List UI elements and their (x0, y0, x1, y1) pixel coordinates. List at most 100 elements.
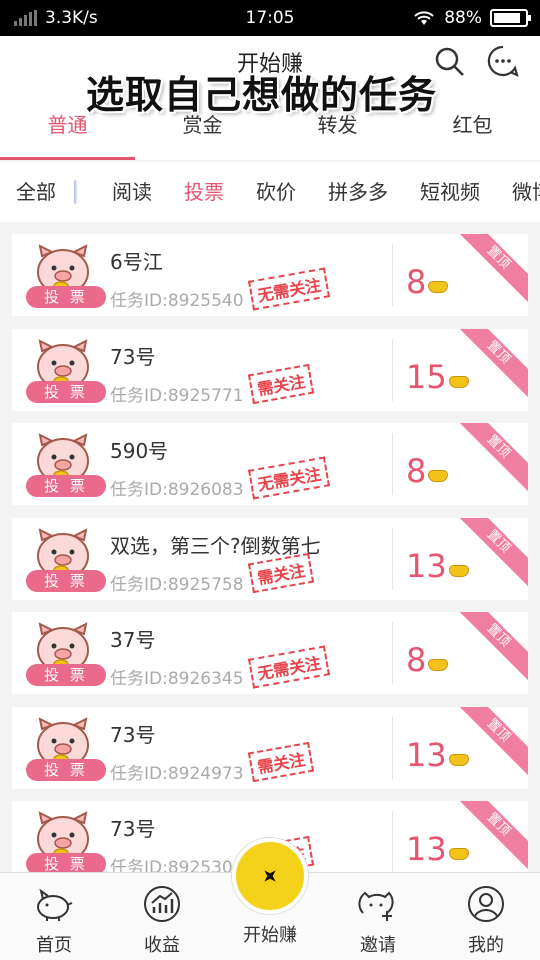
category-vote[interactable]: 投票 (184, 162, 224, 222)
task-id: 任务ID:8925771 (110, 385, 244, 406)
nav-invite-label: 邀请 (360, 935, 396, 956)
gold-ingot-icon (428, 281, 449, 293)
follow-stamp: 无需关注 (247, 267, 331, 311)
chart-circle-icon (144, 886, 180, 922)
task-id: 任务ID:8925758 (110, 574, 244, 595)
task-card[interactable]: 投 票 73号 任务ID:8925771 需关注 15 置顶 (12, 328, 528, 411)
reward-amount: 13 (406, 548, 469, 584)
task-id: 任务ID:8924973 (110, 763, 244, 784)
task-id: 任务ID:8925540 (110, 291, 244, 311)
reward-value: 8 (406, 263, 427, 301)
vote-badge: 投 票 (26, 853, 106, 872)
nav-earnings-label: 收益 (144, 935, 180, 956)
category-bargain[interactable]: 砍价 (256, 162, 296, 222)
vote-badge: 投 票 (26, 664, 106, 686)
category-divider (74, 180, 78, 204)
card-divider (392, 244, 393, 306)
reward-amount: 13 (406, 737, 469, 773)
nav-earnings[interactable]: 收益 (108, 883, 216, 957)
category-weibo[interactable]: 微博 (512, 162, 540, 222)
card-divider (392, 338, 393, 401)
category-bar: 全部 阅读 投票 砍价 拼多多 短视频 微博 (0, 162, 540, 222)
tab-bar: 普通 赏金 转发 红包 (0, 106, 540, 160)
vote-badge: 投 票 (26, 475, 106, 497)
pig-home-icon (37, 888, 73, 921)
reward-value: 8 (406, 452, 427, 490)
category-read[interactable]: 阅读 (112, 162, 152, 222)
nav-profile[interactable]: 我的 (432, 883, 540, 957)
task-id: 任务ID:8926345 (110, 669, 244, 689)
message-icon[interactable] (486, 44, 520, 78)
start-earning-button[interactable] (232, 838, 308, 914)
follow-stamp: 无需关注 (247, 456, 331, 500)
invite-cat-icon (358, 891, 394, 921)
status-bar: 3.3K/s 17:05 88% (0, 0, 540, 36)
star-icon (259, 865, 282, 888)
nav-invite[interactable]: 邀请 (324, 883, 432, 957)
task-card[interactable]: 投 票 37号 任务ID:8926345 无需关注 8 置顶 (12, 612, 528, 694)
battery-icon (490, 9, 531, 27)
gold-ingot-icon (428, 470, 449, 482)
task-card[interactable]: 投 票双选，第三个?倒数第七 任务ID:8925758 需关注 13 置顶 (12, 517, 528, 600)
category-pinduoduo[interactable]: 拼多多 (328, 162, 388, 222)
category-short-video[interactable]: 短视频 (420, 162, 480, 222)
reward-value: 13 (406, 735, 447, 774)
card-divider (392, 527, 393, 590)
nav-start-earning[interactable]: 开始赚 (216, 919, 324, 947)
follow-stamp: 需关注 (247, 363, 315, 404)
follow-stamp: 需关注 (247, 741, 315, 782)
vote-badge: 投 票 (26, 380, 106, 403)
gold-ingot-icon (448, 375, 469, 388)
profile-icon (468, 886, 504, 922)
task-name: 37号 (110, 628, 156, 652)
nav-profile-label: 我的 (468, 935, 504, 956)
vote-badge: 投 票 (26, 758, 106, 781)
reward-amount: 8 (406, 641, 449, 679)
task-name: 590号 (110, 439, 169, 463)
task-card[interactable]: 投 票 6号江任务ID:8925540 无需关注 8 置顶 (12, 234, 528, 316)
task-name: 73号 (110, 722, 156, 747)
task-name: 双选，第三个?倒数第七 (110, 533, 321, 558)
task-card[interactable]: 投 票 590号任务ID:8926083 无需关注 8 置顶 (12, 423, 528, 505)
nav-home[interactable]: 首页 (0, 883, 108, 957)
tab-bounty[interactable]: 赏金 (135, 106, 270, 160)
tab-forward[interactable]: 转发 (270, 106, 405, 160)
reward-amount: 8 (406, 263, 449, 301)
gold-ingot-icon (428, 659, 449, 671)
reward-value: 13 (406, 830, 447, 868)
card-divider (392, 811, 393, 872)
tab-red-packet[interactable]: 红包 (405, 106, 540, 160)
reward-value: 15 (406, 357, 447, 396)
vote-badge: 投 票 (26, 286, 106, 308)
task-card[interactable]: 投 票 73号 任务ID:8924973 需关注 13 置顶 (12, 706, 528, 789)
reward-value: 13 (406, 546, 447, 585)
nav-home-label: 首页 (36, 935, 72, 956)
tab-normal[interactable]: 普通 (0, 106, 135, 160)
reward-value: 8 (406, 641, 427, 679)
vote-badge: 投 票 (26, 569, 106, 592)
search-icon[interactable] (432, 44, 466, 78)
battery-percent: 88% (444, 8, 482, 28)
category-all[interactable]: 全部 (16, 162, 56, 222)
task-id: 任务ID:8926083 (110, 480, 244, 500)
card-divider (392, 433, 393, 495)
pinned-ribbon: 置顶 (448, 423, 528, 497)
nav-start-label: 开始赚 (243, 925, 297, 946)
wifi-icon (414, 11, 434, 25)
gold-ingot-icon (448, 753, 469, 766)
card-divider (392, 716, 393, 779)
task-name: 73号 (110, 344, 156, 369)
task-id: 任务ID:8925305 (110, 858, 244, 872)
reward-amount: 8 (406, 452, 449, 490)
card-divider (392, 622, 393, 684)
gold-ingot-icon (448, 564, 469, 577)
task-list: 投 票 6号江 任务ID:8925540 无需关注 8 置顶投 票 73号 任务ID:8925… (0, 222, 540, 872)
pinned-ribbon: 置顶 (448, 234, 528, 308)
follow-stamp: 无需关注 (247, 645, 331, 689)
header: 开始赚 选取自己想做的任务 普通 赏金 转发 红包 (0, 36, 540, 160)
reward-amount: 15 (406, 359, 469, 395)
reward-amount: 13 (406, 831, 469, 867)
task-name: 6号江 (110, 250, 163, 274)
task-name: 73号 (110, 817, 156, 841)
gold-ingot-icon (448, 848, 469, 860)
